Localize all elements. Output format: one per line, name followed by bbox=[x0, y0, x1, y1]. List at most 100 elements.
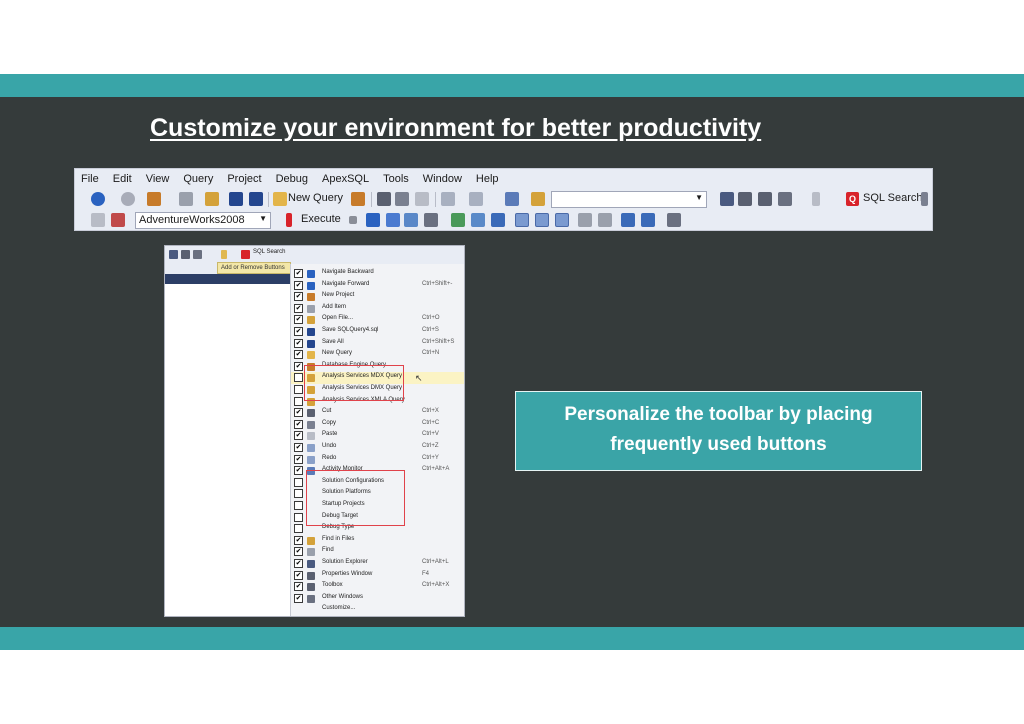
menu-item[interactable]: Reset Toolbar bbox=[291, 616, 465, 617]
checkbox[interactable]: ✔ bbox=[294, 547, 303, 557]
paste-icon[interactable] bbox=[415, 192, 429, 206]
navigate-forward-icon[interactable] bbox=[121, 192, 135, 206]
add-remove-buttons-menu[interactable]: Add or Remove Buttons bbox=[217, 262, 291, 274]
menu-item[interactable]: ✔ Copy Ctrl+C bbox=[291, 419, 464, 431]
checkbox[interactable]: ✔ bbox=[294, 303, 303, 313]
execute-button[interactable]: Execute bbox=[301, 213, 341, 225]
find-combo[interactable]: ▼ bbox=[551, 191, 707, 208]
checkbox[interactable]: ✔ bbox=[294, 466, 303, 476]
checkbox[interactable] bbox=[294, 373, 303, 383]
cancel-query-icon[interactable] bbox=[349, 216, 357, 224]
menu-item[interactable]: ✔ Save SQLQuery4.sql Ctrl+S bbox=[291, 326, 464, 338]
menu-view[interactable]: View bbox=[146, 173, 170, 185]
sql-search-icon[interactable]: Q bbox=[846, 192, 859, 206]
checkbox[interactable] bbox=[294, 385, 303, 394]
toolbar-overflow-icon[interactable] bbox=[921, 192, 928, 206]
menu-item[interactable]: ✔ Cut Ctrl+X bbox=[291, 407, 464, 419]
save-icon[interactable] bbox=[229, 192, 243, 206]
object-explorer-icon[interactable] bbox=[91, 213, 105, 227]
menu-item[interactable]: ✔ Solution Explorer Ctrl+Alt+L bbox=[291, 558, 464, 570]
comment-icon[interactable] bbox=[578, 213, 592, 227]
checkbox[interactable] bbox=[294, 396, 303, 406]
checkbox[interactable]: ✔ bbox=[294, 559, 303, 568]
checkbox[interactable]: ✔ bbox=[294, 292, 303, 302]
checkbox[interactable]: ✔ bbox=[294, 582, 303, 592]
checkbox[interactable]: ✔ bbox=[294, 327, 303, 336]
menu-help[interactable]: Help bbox=[476, 173, 499, 185]
checkbox[interactable]: ✔ bbox=[294, 431, 303, 441]
menu-debug[interactable]: Debug bbox=[276, 173, 308, 185]
menu-item[interactable]: ✔ Toolbox Ctrl+Alt+X bbox=[291, 581, 464, 593]
menu-item[interactable]: ✔ Properties Window F4 bbox=[291, 570, 464, 582]
database-select[interactable]: AdventureWorks2008 ▼ bbox=[135, 212, 271, 229]
checkbox[interactable]: ✔ bbox=[294, 338, 303, 348]
menu-item[interactable]: ✔ Open File... Ctrl+O bbox=[291, 314, 464, 326]
menu-edit[interactable]: Edit bbox=[113, 173, 132, 185]
checkbox[interactable]: ✔ bbox=[294, 350, 303, 360]
menu-item[interactable]: ✔ Add Item bbox=[291, 303, 464, 315]
execute-icon[interactable] bbox=[286, 213, 292, 227]
checkbox[interactable]: ✔ bbox=[294, 269, 303, 278]
options-icon[interactable] bbox=[424, 213, 438, 227]
checkbox[interactable] bbox=[294, 477, 303, 487]
checkbox[interactable]: ✔ bbox=[294, 315, 303, 325]
sql-search-button[interactable]: SQL Search bbox=[863, 192, 923, 204]
menu-item[interactable]: Customize... bbox=[291, 604, 464, 616]
uncomment-icon[interactable] bbox=[598, 213, 612, 227]
checkbox[interactable] bbox=[294, 489, 303, 499]
solution-explorer-icon[interactable] bbox=[720, 192, 734, 206]
menu-item[interactable]: ✔ Undo Ctrl+Z bbox=[291, 442, 464, 454]
activity-monitor-icon[interactable] bbox=[505, 192, 519, 206]
undo-icon[interactable] bbox=[441, 192, 455, 206]
add-item-icon[interactable] bbox=[179, 192, 193, 206]
checkbox[interactable]: ✔ bbox=[294, 443, 303, 452]
menu-item[interactable]: ✔ Other Windows bbox=[291, 593, 464, 605]
toolbar-options-icon[interactable] bbox=[221, 250, 227, 259]
parse-icon[interactable] bbox=[366, 213, 380, 227]
display-plan-icon[interactable] bbox=[386, 213, 400, 227]
menu-item[interactable]: ✔ New Project bbox=[291, 291, 464, 303]
save-all-icon[interactable] bbox=[249, 192, 263, 206]
checkbox[interactable]: ✔ bbox=[294, 419, 303, 429]
menu-query[interactable]: Query bbox=[183, 173, 213, 185]
menu-tools[interactable]: Tools bbox=[383, 173, 409, 185]
include-plan-icon[interactable] bbox=[471, 213, 485, 227]
find-in-files-icon[interactable] bbox=[531, 192, 545, 206]
client-statistics-icon[interactable] bbox=[491, 213, 505, 227]
cut-icon[interactable] bbox=[377, 192, 391, 206]
menu-window[interactable]: Window bbox=[423, 173, 462, 185]
checkbox[interactable]: ✔ bbox=[294, 280, 303, 290]
navigate-back-icon[interactable] bbox=[91, 192, 105, 206]
database-engine-query-icon[interactable] bbox=[351, 192, 365, 206]
menu-file[interactable]: File bbox=[81, 173, 99, 185]
checkbox[interactable] bbox=[294, 512, 303, 522]
decrease-indent-icon[interactable] bbox=[621, 213, 635, 227]
increase-indent-icon[interactable] bbox=[641, 213, 655, 227]
menu-item[interactable]: ✔ Find bbox=[291, 546, 464, 558]
intellisense-icon[interactable] bbox=[451, 213, 465, 227]
checkbox[interactable]: ✔ bbox=[294, 361, 303, 371]
checkbox[interactable]: ✔ bbox=[294, 593, 303, 603]
new-query-icon[interactable] bbox=[273, 192, 287, 206]
results-file-icon[interactable] bbox=[555, 213, 569, 227]
checkbox[interactable]: ✔ bbox=[294, 535, 303, 545]
redo-icon[interactable] bbox=[469, 192, 483, 206]
checkbox[interactable]: ✔ bbox=[294, 408, 303, 418]
results-grid-icon[interactable] bbox=[535, 213, 549, 227]
properties-icon[interactable] bbox=[738, 192, 752, 206]
checkbox[interactable]: ✔ bbox=[294, 570, 303, 580]
new-project-icon[interactable] bbox=[147, 192, 161, 206]
query-designer-icon[interactable] bbox=[404, 213, 418, 227]
change-connection-icon[interactable] bbox=[111, 213, 125, 227]
results-text-icon[interactable] bbox=[515, 213, 529, 227]
copy-icon[interactable] bbox=[395, 192, 409, 206]
checkbox[interactable]: ✔ bbox=[294, 454, 303, 464]
menu-item[interactable]: ✔ Redo Ctrl+Y bbox=[291, 454, 464, 466]
checkbox[interactable] bbox=[294, 501, 303, 510]
menu-item[interactable]: ✔ Navigate Backward bbox=[291, 268, 464, 280]
menu-item[interactable]: ✔ Find in Files bbox=[291, 535, 464, 547]
new-query-button[interactable]: New Query bbox=[288, 192, 343, 204]
menu-project[interactable]: Project bbox=[227, 173, 261, 185]
toolbar-options-icon[interactable] bbox=[812, 192, 820, 206]
menu-item[interactable]: ✔ New Query Ctrl+N bbox=[291, 349, 464, 361]
